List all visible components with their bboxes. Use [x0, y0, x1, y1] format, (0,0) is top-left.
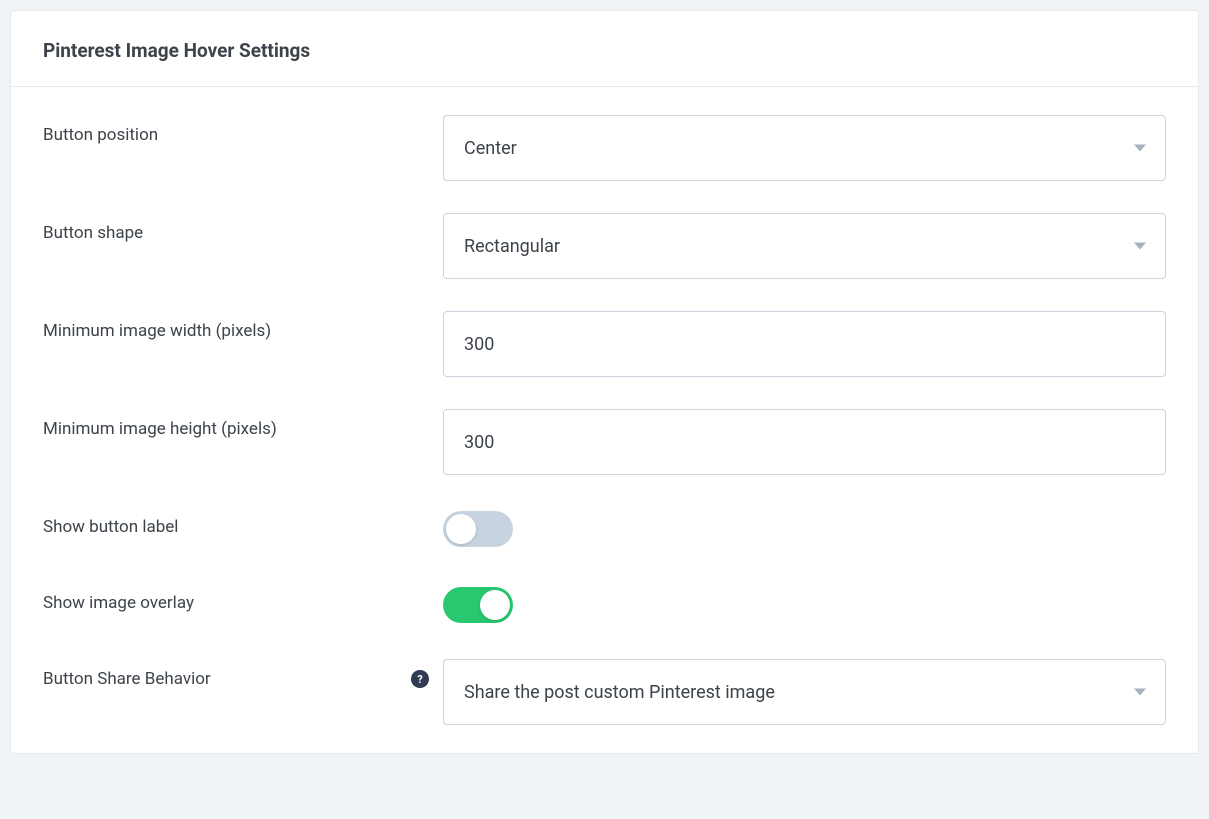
label-button-shape: Button shape	[43, 223, 143, 243]
input-min-width[interactable]	[443, 311, 1166, 377]
help-icon[interactable]: ?	[411, 670, 429, 688]
settings-panel: Pinterest Image Hover Settings Button po…	[10, 10, 1199, 754]
label-button-share-behavior: Button Share Behavior	[43, 669, 211, 689]
panel-body: Button position Center Button shape Rect…	[11, 87, 1198, 753]
row-min-width: Minimum image width (pixels)	[43, 311, 1166, 377]
label-min-width: Minimum image width (pixels)	[43, 321, 271, 341]
label-min-height: Minimum image height (pixels)	[43, 419, 277, 439]
row-button-position: Button position Center	[43, 115, 1166, 181]
input-min-height[interactable]	[443, 409, 1166, 475]
panel-header: Pinterest Image Hover Settings	[11, 11, 1198, 87]
panel-title: Pinterest Image Hover Settings	[43, 39, 1166, 62]
toggle-show-button-label[interactable]	[443, 511, 513, 547]
row-button-share-behavior: Button Share Behavior ? Share the post c…	[43, 659, 1166, 725]
select-button-shape[interactable]: Rectangular	[443, 213, 1166, 279]
label-button-position: Button position	[43, 125, 158, 145]
label-show-image-overlay: Show image overlay	[43, 593, 194, 613]
row-show-button-label: Show button label	[43, 507, 1166, 551]
select-button-position-value[interactable]: Center	[443, 115, 1166, 181]
select-button-position[interactable]: Center	[443, 115, 1166, 181]
row-button-shape: Button shape Rectangular	[43, 213, 1166, 279]
select-button-share-behavior-value[interactable]: Share the post custom Pinterest image	[443, 659, 1166, 725]
row-show-image-overlay: Show image overlay	[43, 583, 1166, 627]
label-show-button-label: Show button label	[43, 517, 178, 537]
row-min-height: Minimum image height (pixels)	[43, 409, 1166, 475]
select-button-share-behavior[interactable]: Share the post custom Pinterest image	[443, 659, 1166, 725]
select-button-shape-value[interactable]: Rectangular	[443, 213, 1166, 279]
toggle-show-image-overlay[interactable]	[443, 587, 513, 623]
